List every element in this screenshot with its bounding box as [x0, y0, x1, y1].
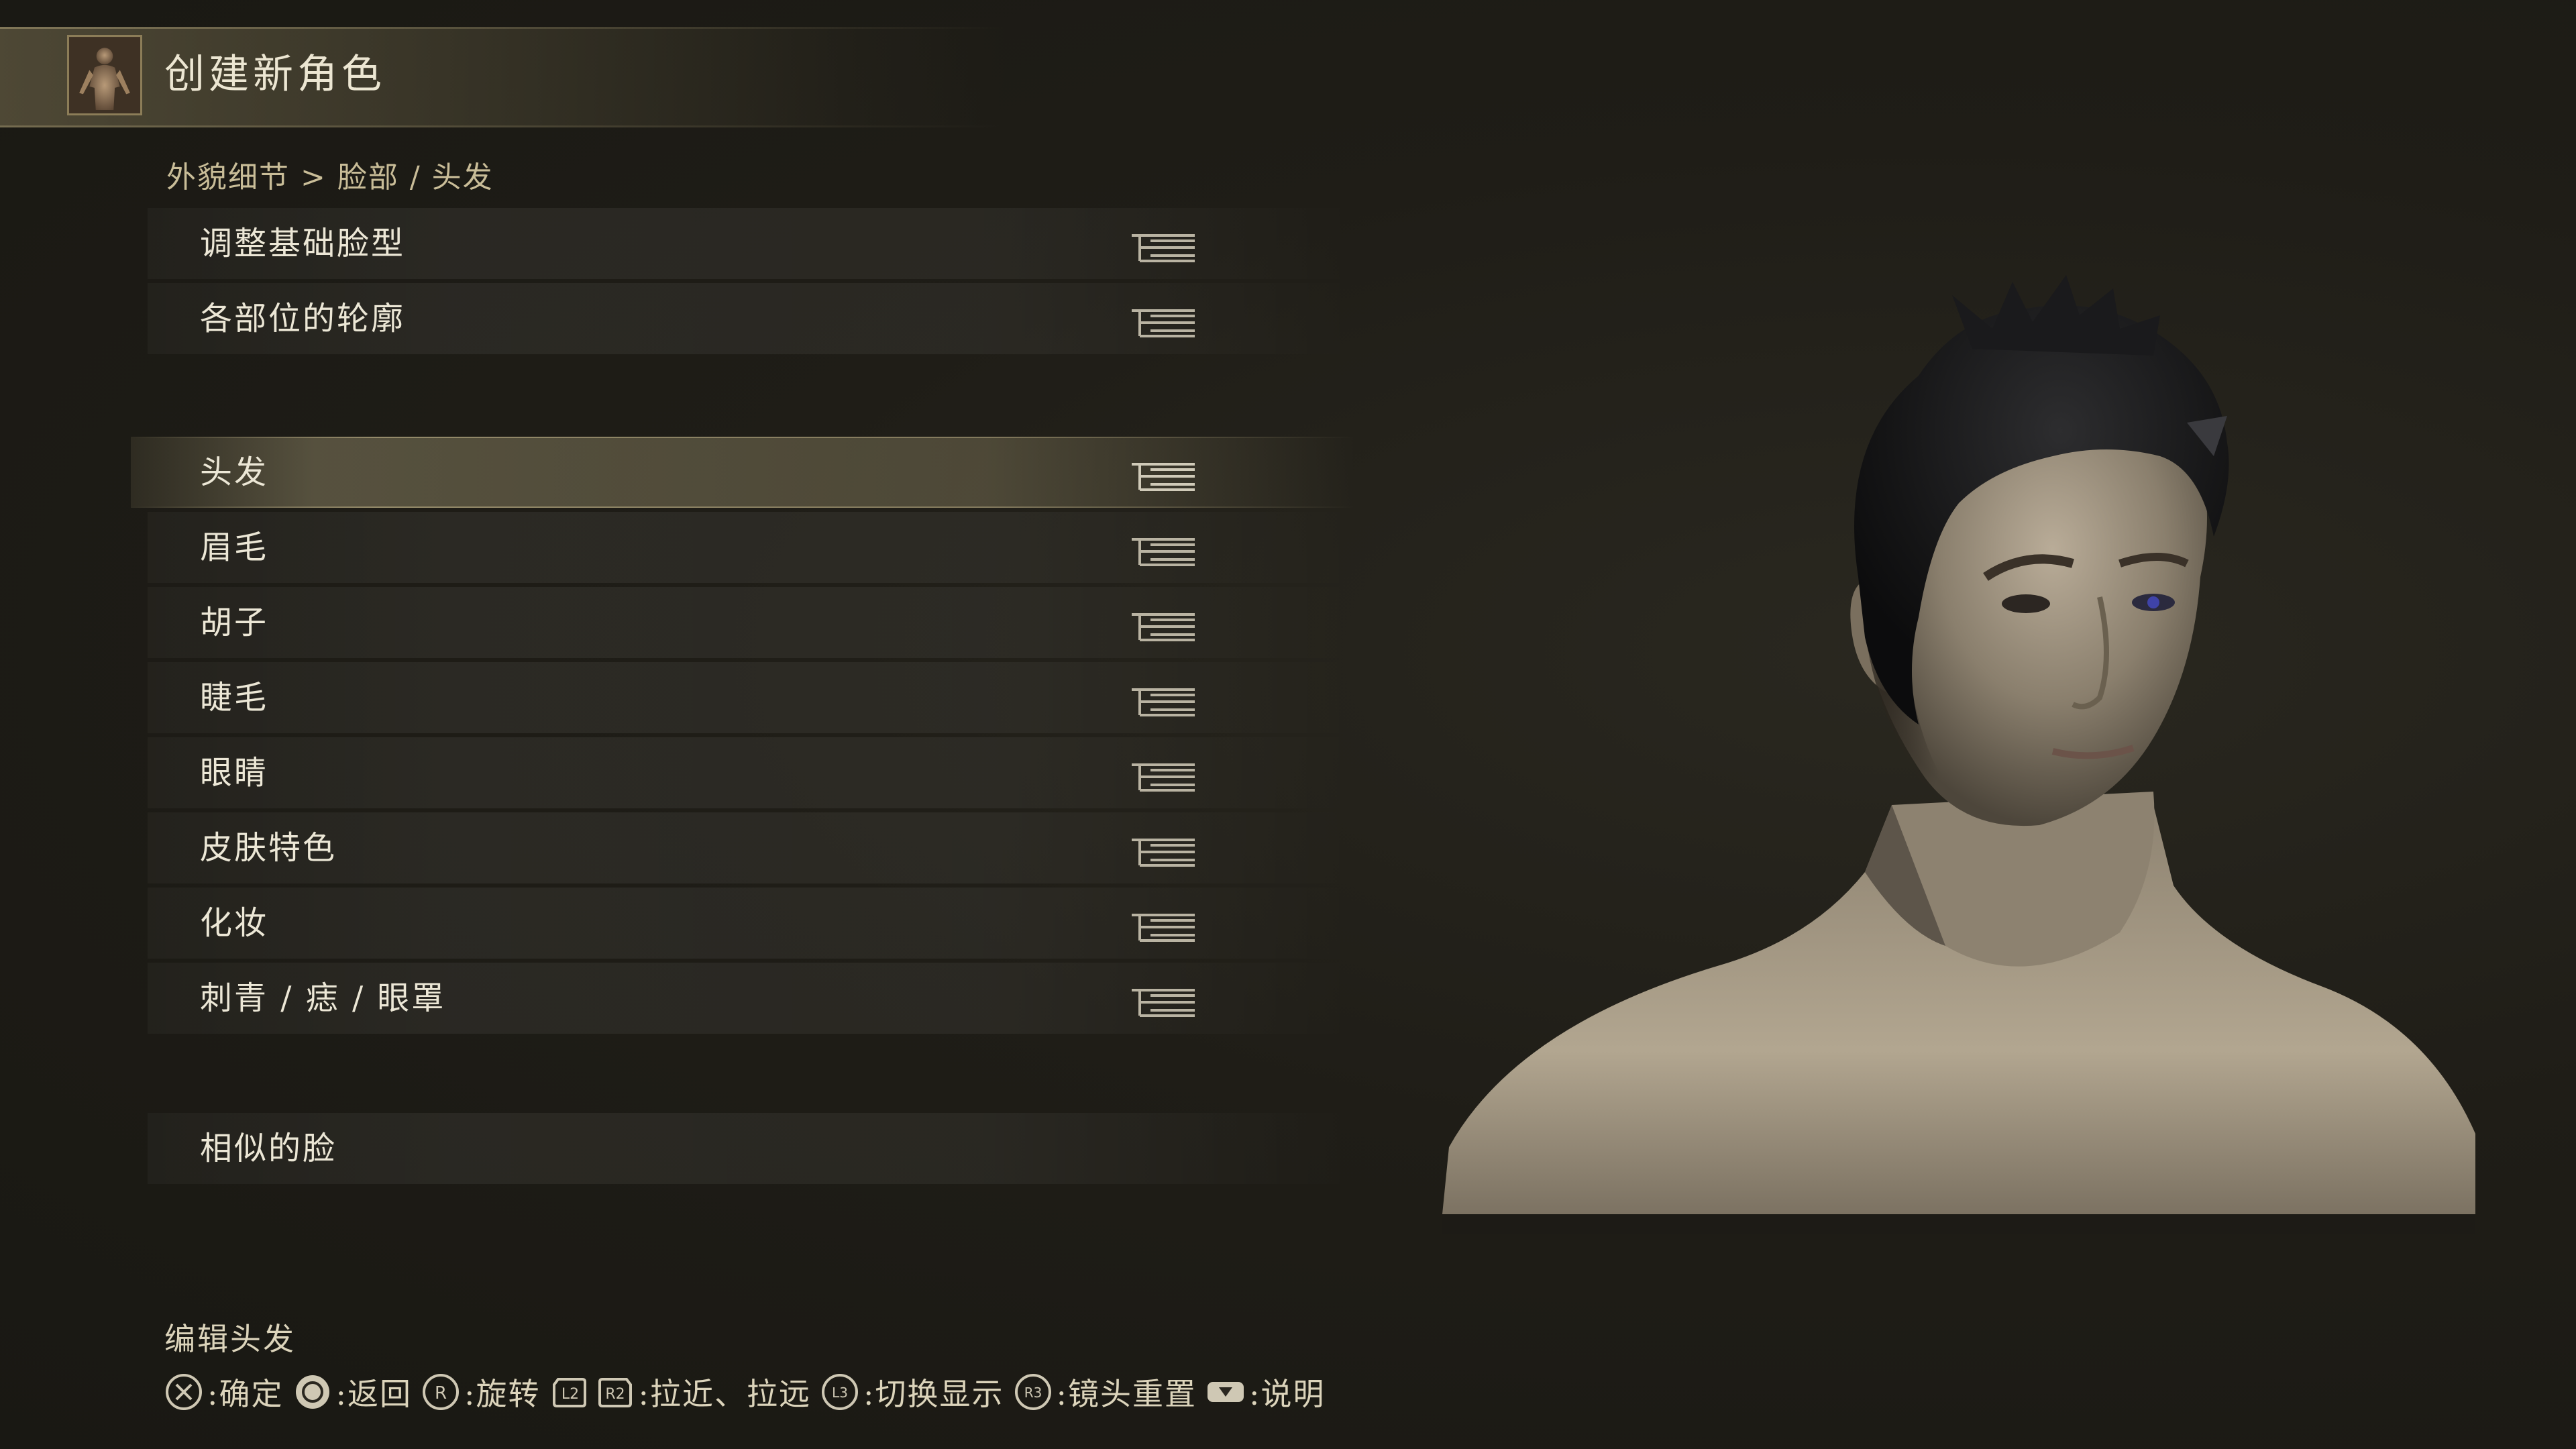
submenu-list-icon — [1130, 610, 1197, 644]
menu-item-label: 头发 — [200, 453, 269, 491]
menu-item-label: 相似的脸 — [200, 1130, 337, 1167]
menu-item-label: 皮肤特色 — [200, 829, 337, 867]
prompt-label: :说明 — [1249, 1376, 1326, 1412]
menu-item-label: 眉毛 — [200, 529, 269, 566]
menu-item-label: 胡子 — [200, 604, 269, 641]
prompt-label: :返回 — [335, 1376, 412, 1412]
r-stick-icon: R — [421, 1373, 460, 1411]
menu-item-label: 调整基础脸型 — [200, 225, 406, 262]
prompt-label: :旋转 — [464, 1376, 541, 1412]
prompt-confirm[interactable]: :确定 — [164, 1370, 284, 1414]
submenu-list-icon — [1130, 911, 1197, 945]
submenu-list-icon — [1130, 686, 1197, 719]
prompt-explanation[interactable]: :说明 — [1206, 1370, 1326, 1414]
prompt-rotate[interactable]: R :旋转 — [421, 1370, 541, 1414]
svg-text:L2: L2 — [561, 1386, 578, 1403]
page-title: 创建新角色 — [164, 51, 386, 98]
touchpad-button-icon — [1206, 1373, 1245, 1411]
submenu-list-icon — [1130, 231, 1197, 265]
svg-text:R2: R2 — [605, 1386, 625, 1403]
character-portrait-icon — [67, 35, 142, 115]
cross-button-icon — [164, 1373, 203, 1411]
prompt-camera-reset[interactable]: R3 :镜头重置 — [1014, 1370, 1197, 1414]
character-preview[interactable] — [1436, 201, 2482, 1234]
l2-button-icon: L2 — [550, 1373, 589, 1411]
submenu-list-icon — [1130, 460, 1197, 494]
r2-button-icon: R2 — [596, 1373, 635, 1411]
prompt-label: :拉近、拉远 — [638, 1376, 811, 1412]
menu-item-label: 睫毛 — [200, 679, 269, 716]
submenu-list-icon — [1130, 535, 1197, 569]
submenu-list-icon — [1130, 836, 1197, 869]
prompt-back[interactable]: :返回 — [293, 1370, 413, 1414]
menu-item-label: 刺青 / 痣 / 眼罩 — [200, 979, 446, 1017]
circle-button-icon — [293, 1373, 332, 1411]
submenu-list-icon — [1130, 307, 1197, 340]
svg-text:R: R — [435, 1383, 447, 1403]
r3-button-icon: R3 — [1014, 1373, 1053, 1411]
menu-item-label: 各部位的轮廓 — [200, 300, 406, 337]
menu-item-label: 化妆 — [200, 904, 269, 942]
help-text: 编辑头发 — [164, 1321, 296, 1357]
l3-button-icon: L3 — [820, 1373, 859, 1411]
submenu-list-icon — [1130, 986, 1197, 1020]
submenu-list-icon — [1130, 761, 1197, 794]
prompt-label: :确定 — [207, 1376, 284, 1412]
prompt-l2[interactable]: L2 — [550, 1373, 593, 1411]
prompt-label: :切换显示 — [863, 1376, 1004, 1412]
header-bar — [0, 27, 1006, 127]
prompt-toggle-display[interactable]: L3 :切换显示 — [820, 1370, 1004, 1414]
svg-text:L3: L3 — [832, 1385, 848, 1401]
breadcrumb: 外貌细节 > 脸部 / 头发 — [166, 160, 494, 195]
svg-text:R3: R3 — [1024, 1385, 1042, 1401]
menu-item-label: 眼睛 — [200, 754, 269, 792]
button-prompts: :确定 :返回 R :旋转 L2 R2 :拉近、拉远 L3 :切换显示 R3 :… — [164, 1368, 1335, 1415]
prompt-label: :镜头重置 — [1056, 1376, 1197, 1412]
prompt-zoom[interactable]: R2 :拉近、拉远 — [596, 1370, 812, 1414]
